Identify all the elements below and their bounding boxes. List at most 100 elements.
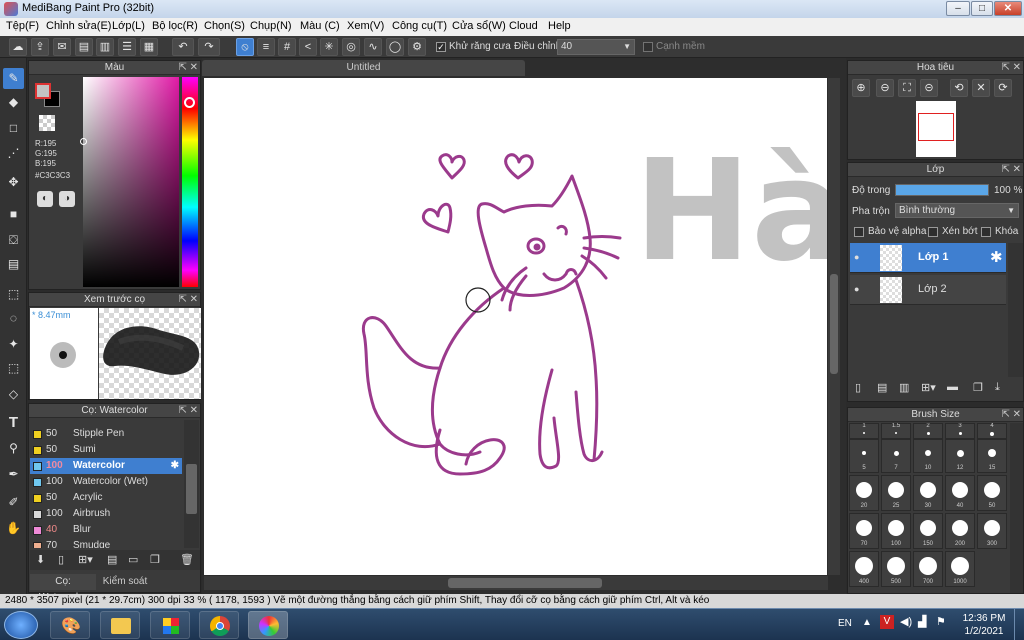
brush-size-option[interactable]: 300 — [977, 513, 1007, 549]
rotate-right-icon[interactable]: ⟳ — [994, 79, 1012, 97]
brush-size-option[interactable]: 30 — [913, 475, 943, 511]
taskbar-chrome-icon[interactable] — [199, 611, 239, 639]
reset-rotation-icon[interactable]: ✕ — [972, 79, 990, 97]
brush-list-scrollbar[interactable] — [184, 420, 199, 548]
zoom-out-icon[interactable]: ⊖ — [876, 79, 894, 97]
eraser-tool-icon[interactable]: ◆ — [3, 92, 24, 113]
snap-circle-icon[interactable]: ◎ — [342, 38, 360, 56]
select-pen-tool-icon[interactable]: ⬚ — [3, 358, 24, 379]
add-brush-icon[interactable]: ⊞▾ — [78, 553, 93, 566]
volume-icon[interactable]: ◀) — [900, 615, 912, 628]
document-icon[interactable]: ▥ — [96, 38, 114, 56]
chat-icon[interactable]: ✉ — [53, 38, 71, 56]
menu-file[interactable]: Tệp(F) — [6, 20, 39, 32]
brush-size-option[interactable]: 4 — [977, 423, 1007, 439]
pen-tool-icon[interactable]: ✐ — [3, 492, 24, 513]
navigator-thumbnail[interactable] — [916, 101, 956, 157]
menu-help[interactable]: Help — [548, 20, 571, 32]
brush-item[interactable]: 50 Acrylic — [30, 490, 182, 506]
layers-scrollbar[interactable] — [1008, 243, 1023, 377]
gear-icon[interactable]: ✱ — [171, 458, 179, 474]
menu-window[interactable]: Cửa sổ(W) — [452, 20, 506, 32]
folder-icon[interactable]: ▭ — [128, 553, 138, 566]
brush-size-option[interactable]: 15 — [977, 439, 1007, 473]
clipping-checkbox[interactable] — [928, 227, 938, 237]
saturation-brightness-picker[interactable] — [80, 77, 179, 287]
flag-icon[interactable]: ⚑ — [936, 615, 946, 628]
adjust-select[interactable]: 40 ▼ — [557, 39, 635, 55]
navigator-viewport[interactable] — [918, 113, 954, 141]
duplicate-icon[interactable]: ❐ — [150, 553, 160, 566]
duplicate-layer-icon[interactable]: ❐ — [973, 381, 983, 394]
comment-icon[interactable]: ▤ — [75, 38, 93, 56]
blend-mode-select[interactable]: Bình thường ▼ — [895, 203, 1019, 218]
redo-icon[interactable]: ↷ — [198, 38, 220, 56]
snap-off-icon[interactable]: ⦸ — [236, 38, 254, 56]
layer-row[interactable]: ● Lớp 2 — [850, 275, 1006, 305]
panel-buttons-icon[interactable]: ⇱ ✕ — [178, 404, 198, 417]
menu-capture[interactable]: Chụp(N) — [250, 20, 292, 32]
foreground-color-swatch[interactable] — [35, 83, 51, 99]
antialias-checkbox[interactable]: ✓ — [436, 42, 446, 52]
fit-icon[interactable]: ⛶ — [898, 79, 916, 97]
brush-size-option[interactable]: 1.5 — [881, 423, 911, 439]
transparent-color-swatch[interactable] — [39, 115, 55, 131]
lasso-tool-icon[interactable]: ◌ — [3, 308, 24, 329]
close-button[interactable]: ✕ — [994, 1, 1022, 16]
menu-select[interactable]: Chọn(S) — [204, 20, 245, 32]
new-brush-icon[interactable]: ▯ — [58, 553, 64, 566]
brush-item[interactable]: 70 Smudge — [30, 538, 182, 548]
taskbar-grid-app-icon[interactable] — [150, 611, 190, 639]
folder-icon[interactable]: ▬ — [947, 381, 958, 393]
grid-icon[interactable]: ▦ — [140, 38, 158, 56]
protect-alpha-checkbox[interactable] — [854, 227, 864, 237]
antivirus-tray-icon[interactable]: V — [880, 615, 894, 629]
minimize-button[interactable]: – — [946, 1, 970, 16]
brush-size-option[interactable]: 7 — [881, 439, 911, 473]
select-rect-tool-icon[interactable]: ⬚ — [3, 284, 24, 305]
brush-item[interactable]: 40 Blur — [30, 522, 182, 538]
menu-filter[interactable]: Bộ lọc(R) — [152, 20, 198, 32]
brush-size-option[interactable]: 400 — [849, 551, 879, 587]
gear-icon[interactable]: ✱ — [990, 248, 1003, 266]
brush-size-option[interactable]: 25 — [881, 475, 911, 511]
maximize-button[interactable]: □ — [971, 1, 993, 16]
brush-item[interactable]: 50 Sumi — [30, 442, 182, 458]
select-eraser-tool-icon[interactable]: ◇ — [3, 384, 24, 405]
trash-icon[interactable]: 🗑 — [180, 553, 194, 566]
taskbar-explorer-icon[interactable] — [100, 611, 140, 639]
brush-size-option[interactable]: 150 — [913, 513, 943, 549]
menu-tools[interactable]: Công cụ(T) — [392, 20, 447, 32]
brush-size-option[interactable]: 500 — [881, 551, 911, 587]
brush-item[interactable]: 100 Airbrush — [30, 506, 182, 522]
snap-radial-icon[interactable]: ✳ — [320, 38, 338, 56]
snap-perspective-icon[interactable]: < — [299, 38, 317, 56]
menu-cloud[interactable]: Cloud — [509, 20, 538, 32]
show-desktop-button[interactable] — [1014, 609, 1024, 640]
brush-size-option[interactable]: 1 — [849, 423, 879, 439]
layer-row-selected[interactable]: ● Lớp 1 ✱ — [850, 243, 1006, 273]
menu-color[interactable]: Màu (C) — [300, 20, 340, 32]
start-button[interactable] — [4, 611, 38, 639]
magic-wand-tool-icon[interactable]: ✦ — [3, 334, 24, 355]
import-icon[interactable]: ▤ — [107, 553, 117, 566]
gradient-tool-icon[interactable]: ▤ — [3, 254, 24, 275]
hue-slider[interactable] — [182, 77, 198, 287]
brush-size-option[interactable]: 3 — [945, 423, 975, 439]
document-tab[interactable]: Untitled — [202, 60, 525, 76]
opacity-slider[interactable] — [895, 184, 989, 196]
snap-parallel-icon[interactable]: ≡ — [257, 38, 275, 56]
text-tool-icon[interactable]: T — [3, 412, 24, 433]
brush-item-selected[interactable]: 100 Watercolor ✱ — [30, 458, 182, 474]
brush-size-option[interactable]: 1000 — [945, 551, 975, 587]
brush-size-option[interactable]: 20 — [849, 475, 879, 511]
brush-size-option[interactable]: 2 — [913, 423, 943, 439]
visibility-icon[interactable]: ● — [854, 284, 859, 294]
brush-size-option[interactable]: 50 — [977, 475, 1007, 511]
snap-curve-icon[interactable]: ∿ — [364, 38, 382, 56]
network-icon[interactable]: ▟ — [918, 615, 926, 628]
rectangle-tool-icon[interactable]: □ — [3, 118, 24, 139]
brush-size-option[interactable]: 70 — [849, 513, 879, 549]
scrollbar-thumb[interactable] — [186, 464, 197, 514]
color-history-icon[interactable]: ◑ — [59, 191, 75, 207]
